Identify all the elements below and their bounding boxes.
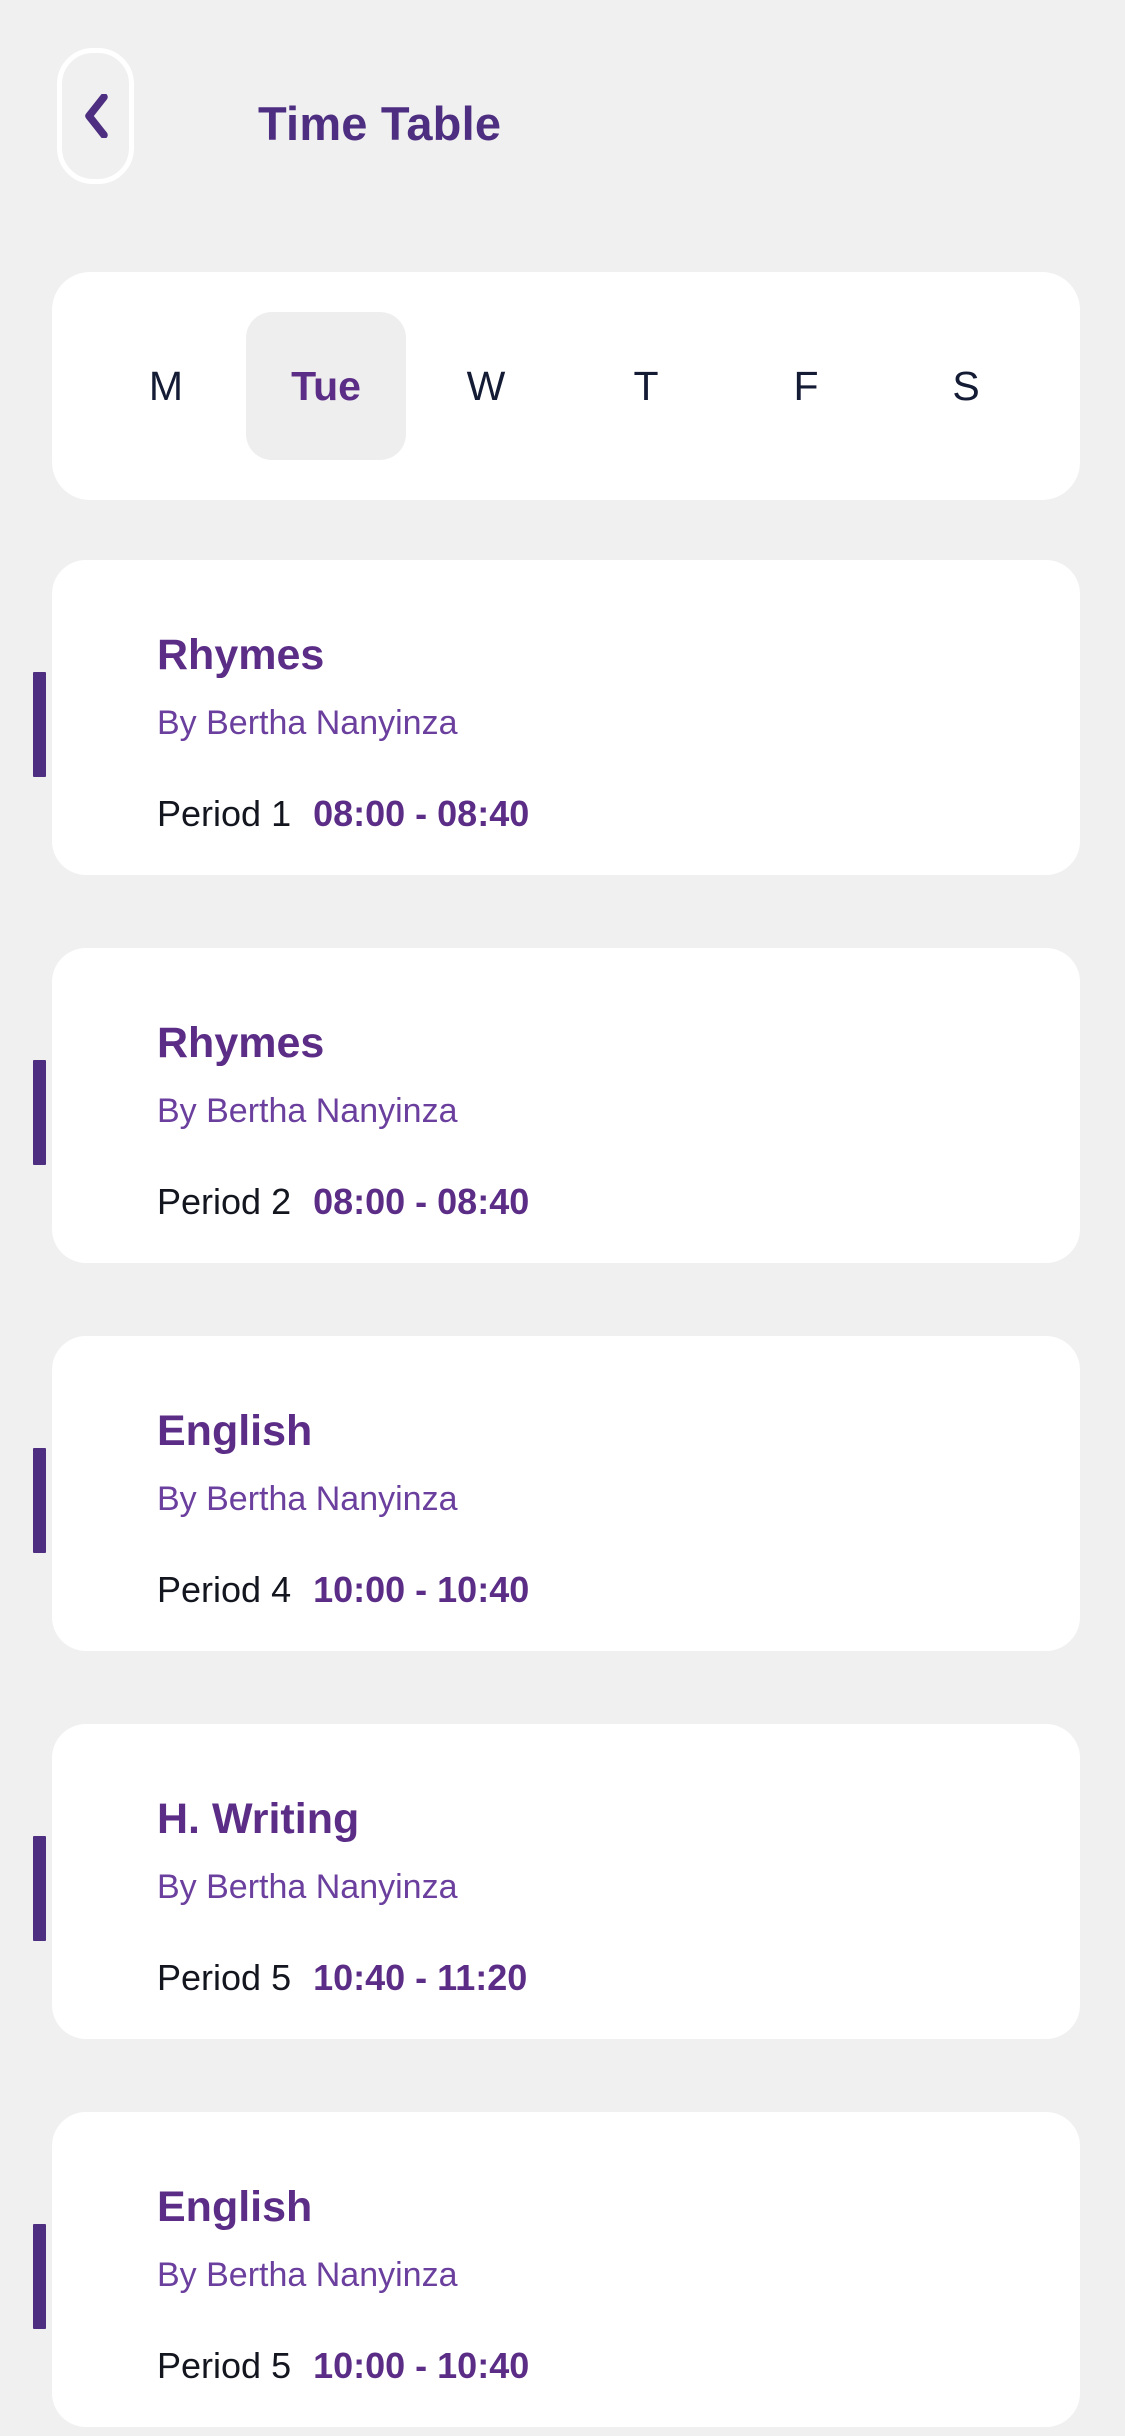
class-card-content: English By Bertha Nanyinza Period 4 10:0… bbox=[157, 1407, 1040, 1611]
class-subject: Rhymes bbox=[157, 631, 325, 679]
class-card[interactable]: H. Writing By Bertha Nanyinza Period 5 1… bbox=[33, 1724, 1080, 2039]
accent-bar bbox=[33, 1448, 46, 1553]
class-teacher: By Bertha Nanyinza bbox=[157, 1092, 458, 1131]
class-time: 08:00 - 08:40 bbox=[313, 792, 530, 834]
class-teacher: By Bertha Nanyinza bbox=[157, 2256, 458, 2295]
class-subject: Rhymes bbox=[157, 1019, 325, 1067]
class-teacher: By Bertha Nanyinza bbox=[157, 704, 458, 743]
class-card[interactable]: Rhymes By Bertha Nanyinza Period 2 08:00… bbox=[33, 948, 1080, 1263]
page-title: Time Table bbox=[258, 97, 502, 150]
day-tab-3[interactable]: T bbox=[566, 312, 726, 460]
class-period-label: Period 5 bbox=[157, 2344, 292, 2386]
class-period-row: Period 5 10:00 - 10:40 bbox=[157, 2345, 1040, 2387]
time-table-screen: Time Table M Tue W T F S Rhymes By Berth… bbox=[0, 0, 1125, 2436]
class-period-label: Period 5 bbox=[157, 1956, 292, 1998]
class-period-label: Period 2 bbox=[157, 1180, 292, 1222]
accent-bar bbox=[33, 2224, 46, 2329]
class-time: 08:00 - 08:40 bbox=[313, 1180, 530, 1222]
class-time: 10:00 - 10:40 bbox=[313, 2344, 530, 2386]
accent-bar bbox=[33, 1836, 46, 1941]
day-tab-4[interactable]: F bbox=[726, 312, 886, 460]
class-card[interactable]: English By Bertha Nanyinza Period 4 10:0… bbox=[33, 1336, 1080, 1651]
class-card-content: H. Writing By Bertha Nanyinza Period 5 1… bbox=[157, 1795, 1040, 1999]
class-period-row: Period 1 08:00 - 08:40 bbox=[157, 793, 1040, 835]
class-period-row: Period 5 10:40 - 11:20 bbox=[157, 1957, 1040, 1999]
class-period-label: Period 1 bbox=[157, 792, 292, 834]
day-tab-0[interactable]: M bbox=[86, 312, 246, 460]
class-card[interactable]: Rhymes By Bertha Nanyinza Period 1 08:00… bbox=[33, 560, 1080, 875]
class-period-label: Period 4 bbox=[157, 1568, 292, 1610]
day-tab-1[interactable]: Tue bbox=[246, 312, 406, 460]
day-selector: M Tue W T F S bbox=[52, 272, 1080, 500]
header: Time Table bbox=[0, 0, 1125, 272]
day-tab-5[interactable]: S bbox=[886, 312, 1046, 460]
day-tab-2[interactable]: W bbox=[406, 312, 566, 460]
class-card-content: Rhymes By Bertha Nanyinza Period 2 08:00… bbox=[157, 1019, 1040, 1223]
class-subject: English bbox=[157, 1407, 313, 1455]
accent-bar bbox=[33, 1060, 46, 1165]
class-teacher: By Bertha Nanyinza bbox=[157, 1868, 458, 1907]
class-period-row: Period 4 10:00 - 10:40 bbox=[157, 1569, 1040, 1611]
chevron-left-icon bbox=[84, 94, 108, 138]
class-time: 10:00 - 10:40 bbox=[313, 1568, 530, 1610]
class-subject: English bbox=[157, 2183, 313, 2231]
class-period-row: Period 2 08:00 - 08:40 bbox=[157, 1181, 1040, 1223]
back-button[interactable] bbox=[57, 48, 134, 184]
class-time: 10:40 - 11:20 bbox=[313, 1956, 528, 1998]
class-card[interactable]: English By Bertha Nanyinza Period 5 10:0… bbox=[33, 2112, 1080, 2427]
accent-bar bbox=[33, 672, 46, 777]
class-card-content: Rhymes By Bertha Nanyinza Period 1 08:00… bbox=[157, 631, 1040, 835]
class-teacher: By Bertha Nanyinza bbox=[157, 1480, 458, 1519]
class-card-content: English By Bertha Nanyinza Period 5 10:0… bbox=[157, 2183, 1040, 2387]
class-subject: H. Writing bbox=[157, 1795, 360, 1843]
